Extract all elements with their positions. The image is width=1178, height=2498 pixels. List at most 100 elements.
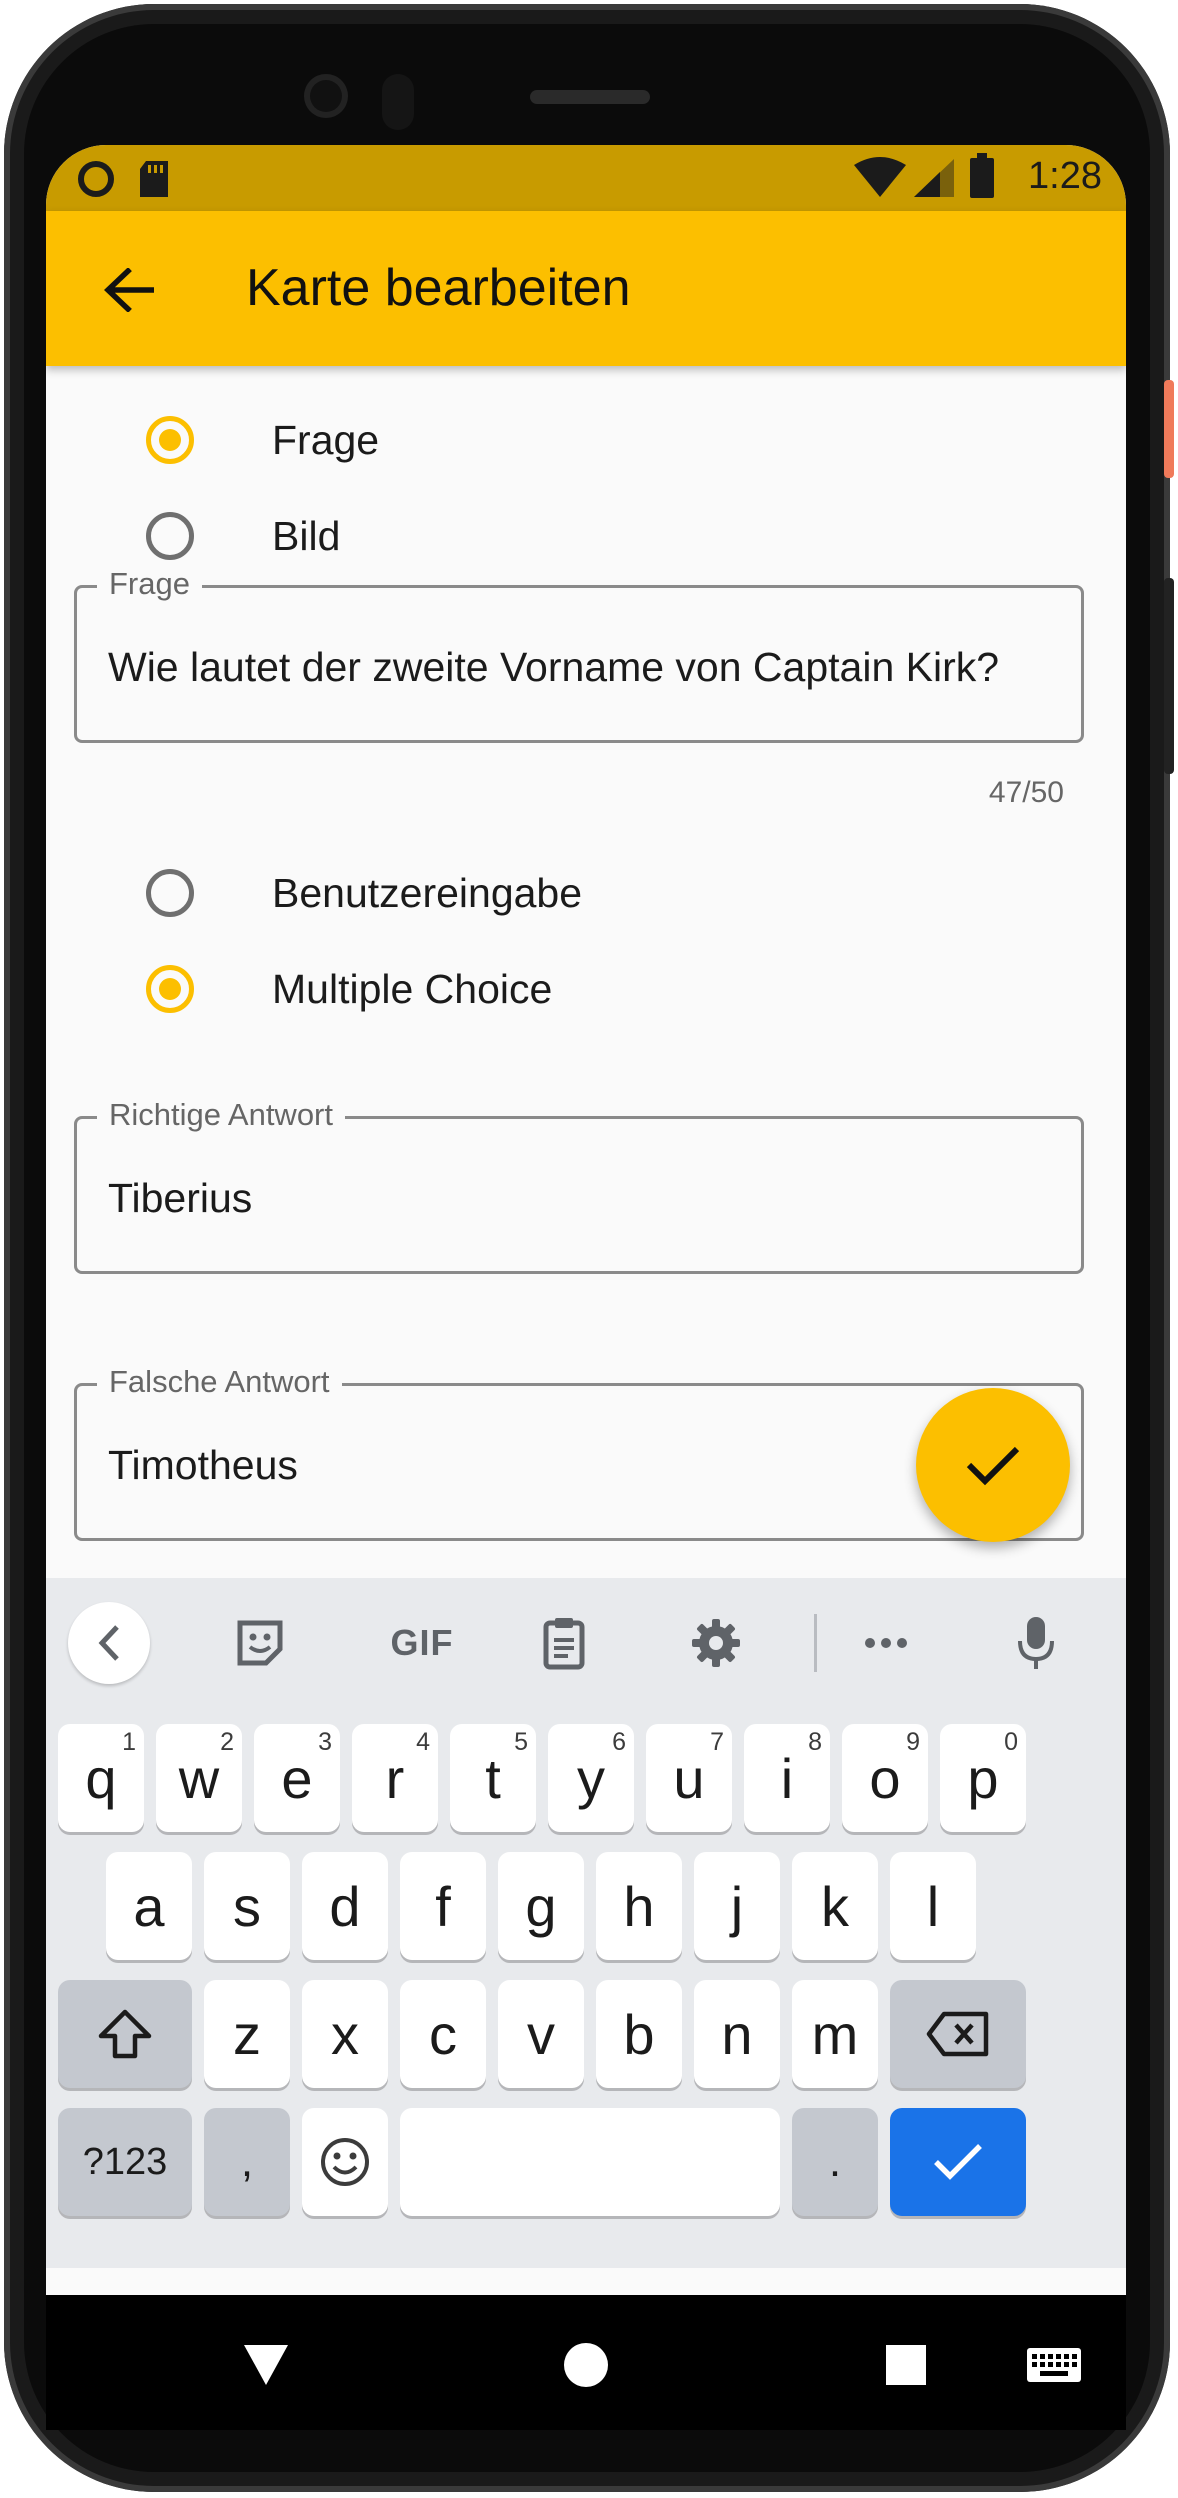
correct-answer-input[interactable]: Tiberius [108, 1175, 252, 1222]
key-c[interactable]: c [400, 1980, 486, 2088]
key-j[interactable]: j [694, 1852, 780, 1960]
radio-option-multiple-choice[interactable]: Multiple Choice [46, 929, 1126, 1049]
key-label: g [525, 1874, 557, 1938]
emoji-key[interactable] [302, 2108, 388, 2216]
more-horizontal-icon [865, 1638, 907, 1648]
correct-answer-field[interactable]: Richtige Antwort Tiberius [74, 1097, 1084, 1274]
clipboard-button[interactable] [524, 1608, 604, 1678]
more-button[interactable] [846, 1608, 926, 1678]
done-key[interactable] [890, 2108, 1026, 2216]
key-p[interactable]: p0 [940, 1724, 1026, 1832]
key-label: f [435, 1874, 451, 1938]
side-button-volume [1164, 578, 1174, 774]
key-q[interactable]: q1 [58, 1724, 144, 1832]
toolbar-divider [814, 1614, 817, 1672]
radio-label: Benutzereingabe [272, 869, 583, 916]
chevron-left-icon [98, 1625, 119, 1661]
key-v[interactable]: v [498, 1980, 584, 2088]
key-label: v [527, 2002, 555, 2066]
field-label: Richtige Antwort [97, 1097, 345, 1133]
key-label: c [429, 2002, 457, 2066]
comma-key[interactable]: , [204, 2108, 290, 2216]
voice-input-button[interactable] [996, 1608, 1076, 1678]
field-label: Falsche Antwort [97, 1364, 342, 1400]
key-n[interactable]: n [694, 1980, 780, 2088]
nav-back-button[interactable] [226, 2325, 306, 2405]
earpiece-speaker [530, 90, 650, 104]
emoji-icon [321, 2138, 369, 2186]
key-label: p [967, 1746, 999, 1810]
key-i[interactable]: i8 [744, 1724, 830, 1832]
key-s[interactable]: s [204, 1852, 290, 1960]
key-x[interactable]: x [302, 1980, 388, 2088]
radio-button[interactable] [146, 869, 194, 917]
key-r[interactable]: r4 [352, 1724, 438, 1832]
key-label: q [85, 1746, 117, 1810]
circle-home-icon [564, 2343, 608, 2387]
page-title: Karte bearbeiten [246, 259, 631, 317]
key-z[interactable]: z [204, 1980, 290, 2088]
key-label: d [329, 1874, 361, 1938]
sticker-button[interactable] [220, 1608, 300, 1678]
signal-icon [912, 157, 956, 204]
gif-button[interactable]: GIF [372, 1608, 472, 1678]
question-field[interactable]: Frage Wie lautet der zweite Vorname von … [74, 566, 1084, 743]
key-label: l [926, 1874, 940, 1938]
keyboard-switch-button[interactable] [1014, 2325, 1094, 2405]
wifi-icon [852, 155, 908, 204]
battery-icon [968, 153, 996, 204]
key-h[interactable]: h [596, 1852, 682, 1960]
key-label: s [233, 1874, 261, 1938]
period-key[interactable]: . [792, 2108, 878, 2216]
key-e[interactable]: e3 [254, 1724, 340, 1832]
nav-home-button[interactable] [546, 2325, 626, 2405]
key-t[interactable]: t5 [450, 1724, 536, 1832]
radio-button[interactable] [146, 512, 194, 560]
key-k[interactable]: k [792, 1852, 878, 1960]
sticker-icon [237, 1620, 283, 1666]
question-input[interactable]: Wie lautet der zweite Vorname von Captai… [108, 644, 999, 691]
key-l[interactable]: l [890, 1852, 976, 1960]
gear-icon [692, 1619, 740, 1667]
radio-button-selected[interactable] [146, 416, 194, 464]
radio-option-bild[interactable]: Bild [46, 476, 1126, 596]
side-button-power [1164, 380, 1174, 478]
key-y[interactable]: y6 [548, 1724, 634, 1832]
back-button[interactable] [94, 255, 164, 325]
radio-button-selected[interactable] [146, 965, 194, 1013]
key-m[interactable]: m [792, 1980, 878, 2088]
nav-recents-button[interactable] [866, 2325, 946, 2405]
key-label: a [133, 1874, 165, 1938]
key-hint: 8 [808, 1728, 822, 1756]
key-hint: 2 [220, 1728, 234, 1756]
save-fab-button[interactable] [916, 1388, 1070, 1542]
key-w[interactable]: w2 [156, 1724, 242, 1832]
key-u[interactable]: u7 [646, 1724, 732, 1832]
symbols-key[interactable]: ?123 [58, 2108, 192, 2216]
key-label: . [828, 2137, 842, 2186]
check-icon [934, 2144, 982, 2180]
key-hint: 1 [122, 1728, 136, 1756]
wrong-answer-input[interactable]: Timotheus [108, 1442, 298, 1489]
key-f[interactable]: f [400, 1852, 486, 1960]
key-o[interactable]: o9 [842, 1724, 928, 1832]
keyboard-icon [1027, 2348, 1081, 2382]
key-a[interactable]: a [106, 1852, 192, 1960]
radio-label: Multiple Choice [272, 965, 553, 1012]
key-label: r [385, 1746, 405, 1810]
key-hint: 0 [1004, 1728, 1018, 1756]
toolbar-collapse-button[interactable] [68, 1602, 150, 1684]
key-hint: 5 [514, 1728, 528, 1756]
key-hint: 3 [318, 1728, 332, 1756]
key-label: ?123 [82, 2140, 168, 2183]
radio-label: Bild [272, 512, 341, 559]
key-g[interactable]: g [498, 1852, 584, 1960]
field-label: Frage [97, 566, 202, 602]
backspace-key[interactable] [890, 1980, 1026, 2088]
settings-button[interactable] [676, 1608, 756, 1678]
key-d[interactable]: d [302, 1852, 388, 1960]
space-key[interactable] [400, 2108, 780, 2216]
sd-card-icon [136, 159, 172, 204]
shift-key[interactable] [58, 1980, 192, 2088]
key-b[interactable]: b [596, 1980, 682, 2088]
